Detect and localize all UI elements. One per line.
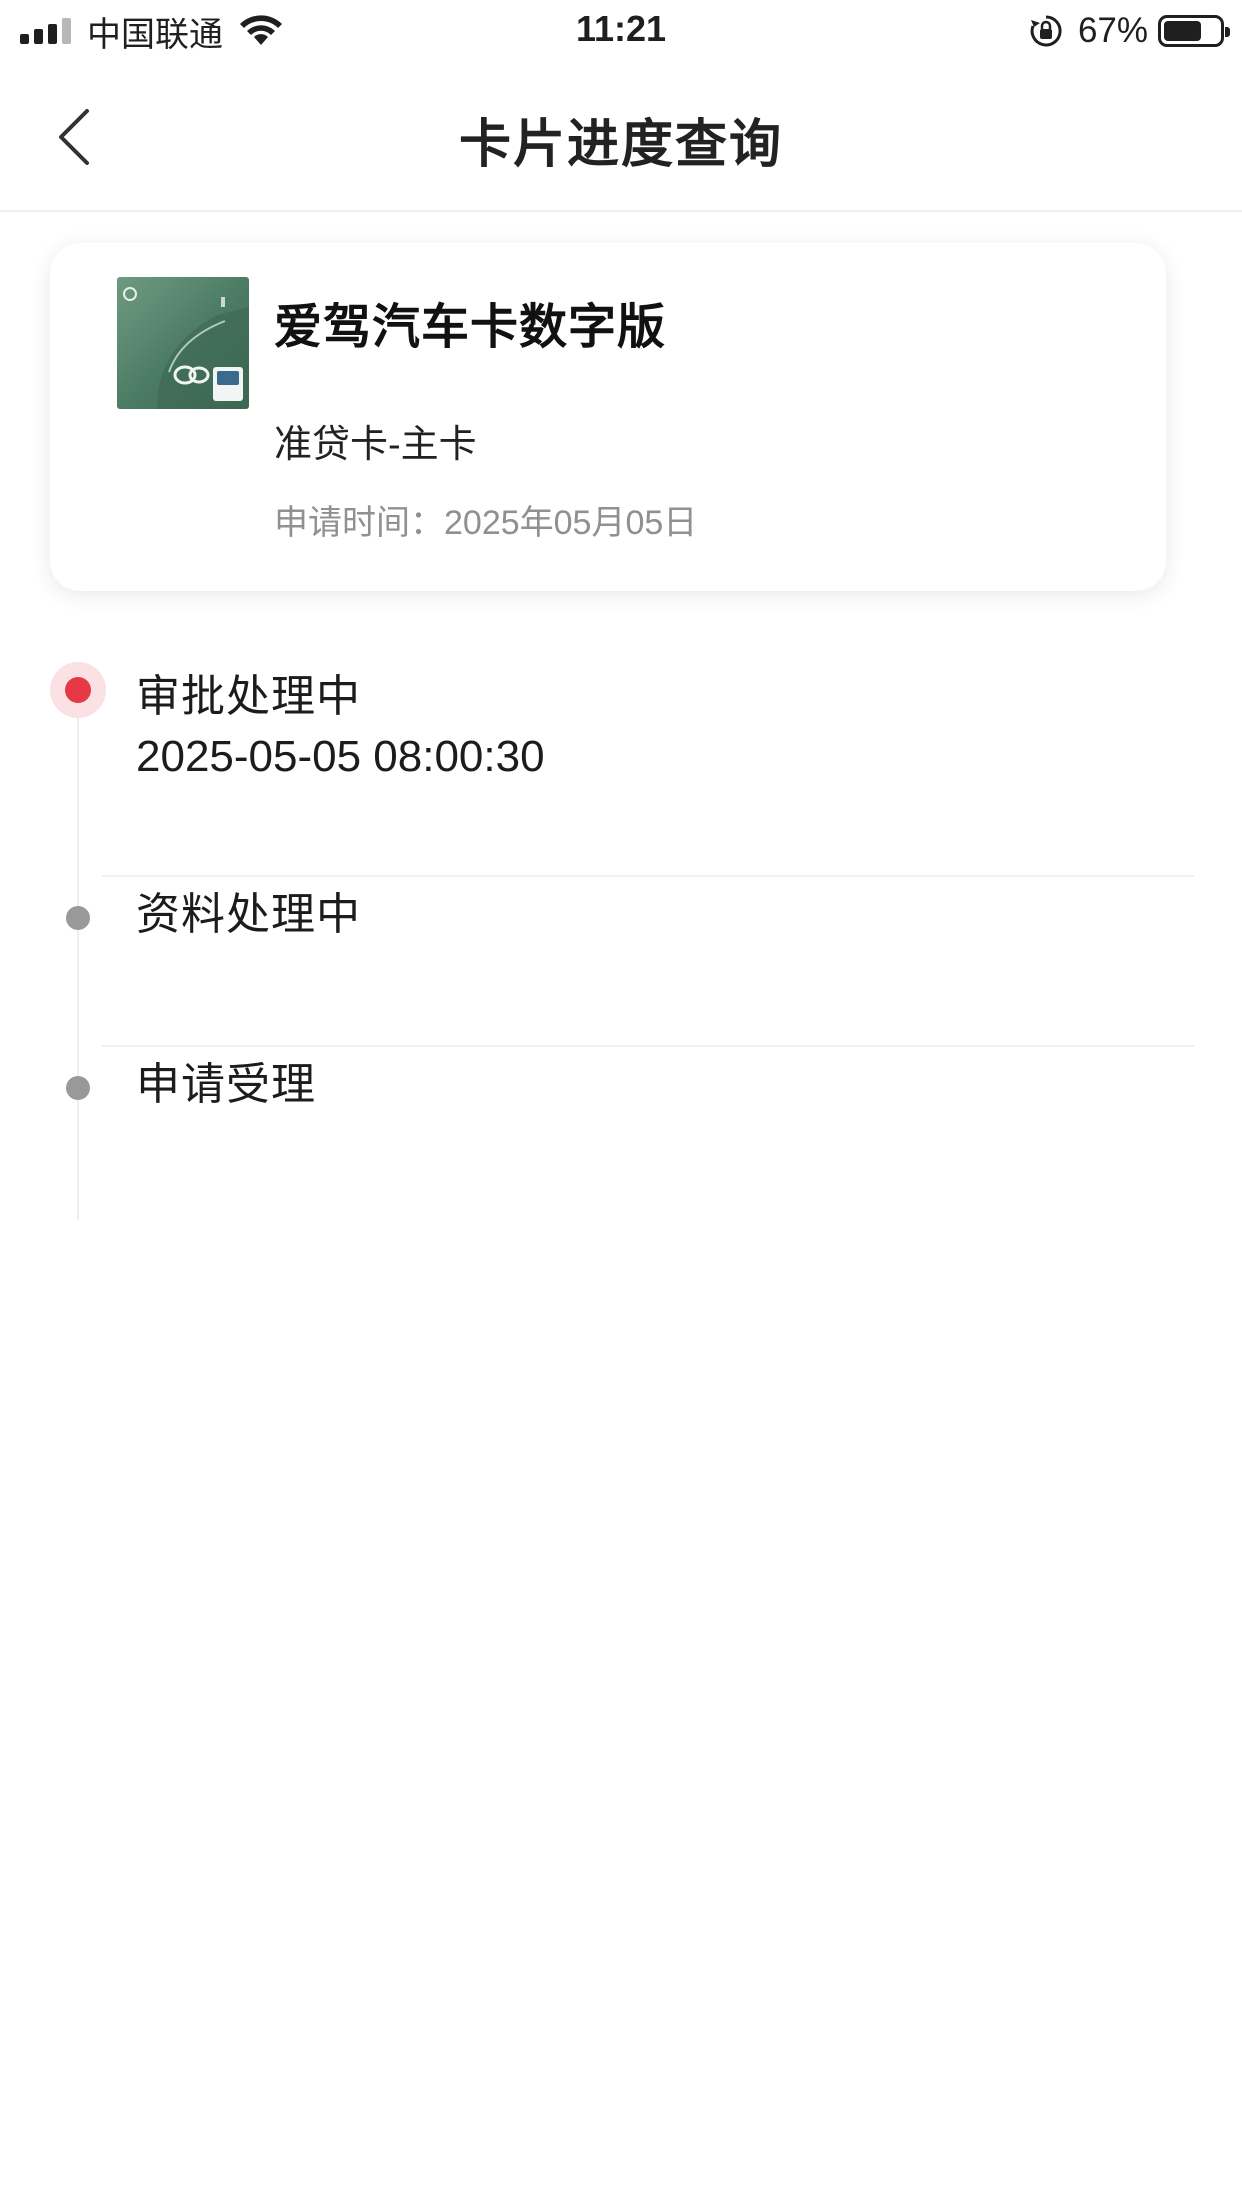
page-title: 卡片进度查询	[458, 116, 783, 174]
apply-time-value: 2025年05月05日	[444, 504, 698, 542]
card-info-panel[interactable]: 爱驾汽车卡数字版 准贷卡-主卡 申请时间：2025年05月05日	[50, 243, 1166, 591]
step-divider	[102, 875, 1194, 877]
apply-time: 申请时间：2025年05月05日	[274, 495, 697, 544]
status-bar: 中国联通 11:21 67%	[0, 0, 1242, 62]
step-title: 资料处理中	[136, 890, 361, 939]
battery-percent: 67%	[1077, 11, 1148, 50]
rotation-lock-icon	[1030, 15, 1062, 47]
step-time: 2025-05-05 08:00:30	[136, 732, 545, 781]
timeline-line	[77, 690, 79, 1220]
battery-icon	[1158, 15, 1230, 47]
battery-fill	[1164, 21, 1201, 41]
active-step-dot	[65, 677, 91, 703]
nav-bar: 卡片进度查询	[0, 62, 1242, 212]
unionpay-icon	[213, 367, 243, 401]
card-type: 准贷卡-主卡	[274, 424, 477, 466]
pending-step-dot	[66, 1076, 90, 1100]
step-title: 审批处理中	[136, 672, 361, 721]
step-title: 申请受理	[136, 1060, 316, 1109]
card-image	[117, 277, 249, 409]
pending-step-dot	[66, 906, 90, 930]
card-name: 爱驾汽车卡数字版	[274, 301, 667, 354]
status-right: 67%	[1028, 10, 1230, 52]
apply-time-label: 申请时间：	[274, 504, 444, 542]
step-divider	[102, 1045, 1194, 1047]
